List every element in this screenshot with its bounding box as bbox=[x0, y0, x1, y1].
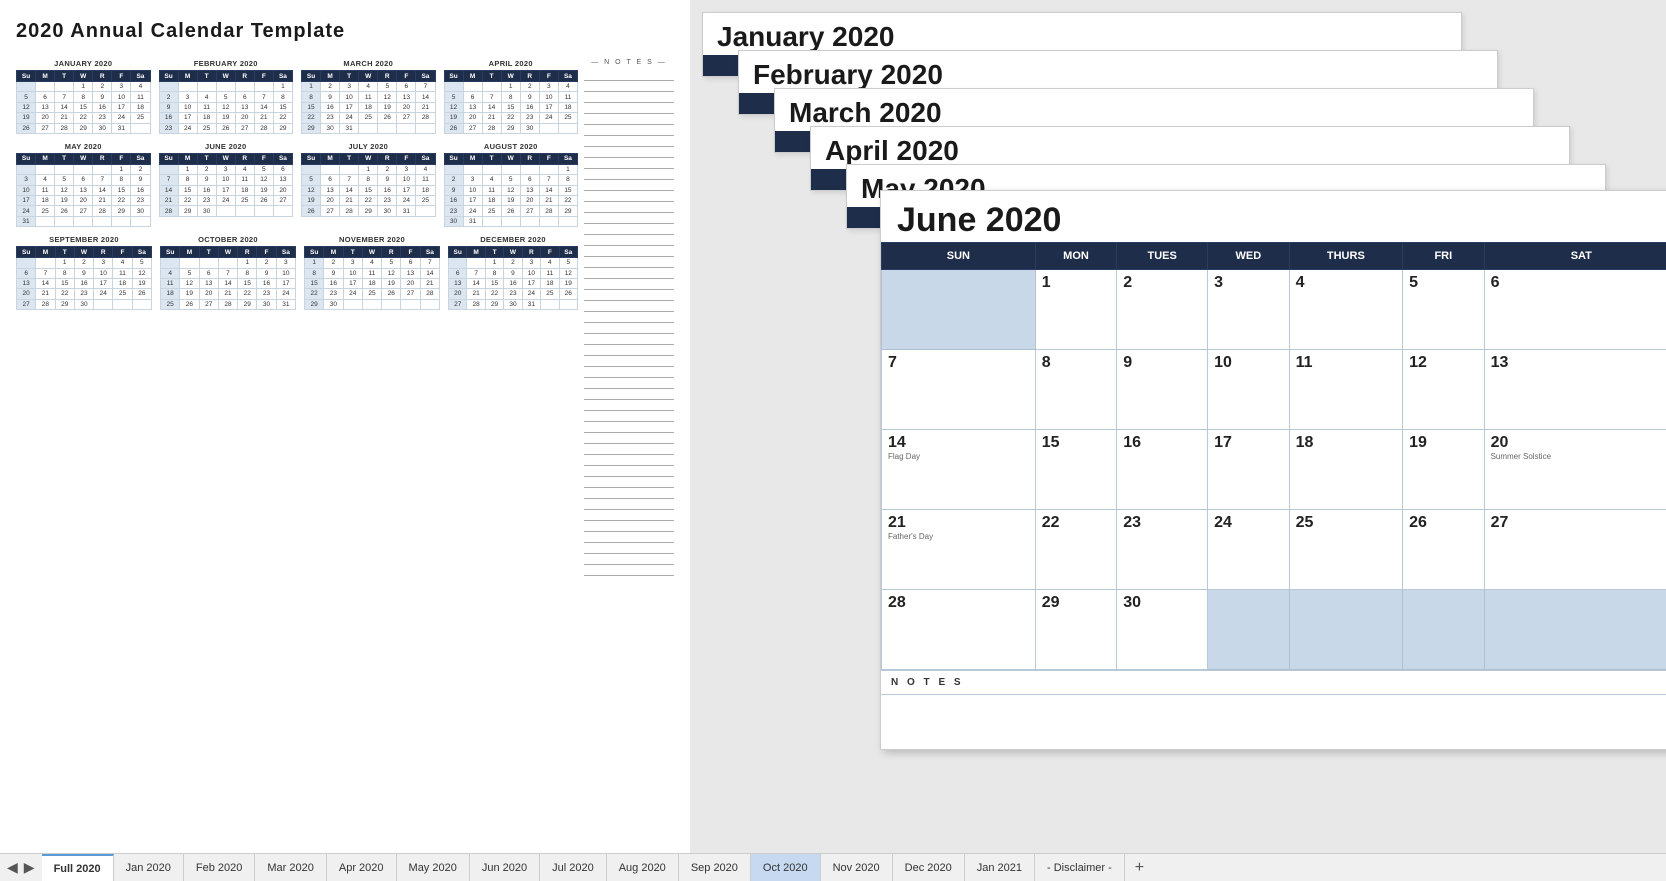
mini-cal-may: MAY 2020 SuMTWRFSa 12 3456789 1011121314… bbox=[16, 142, 151, 227]
tab-may-2020[interactable]: May 2020 bbox=[397, 854, 470, 881]
june-notes-label: N O T E S bbox=[881, 670, 1666, 694]
tab-disclaimer[interactable]: - Disclaimer - bbox=[1035, 854, 1125, 881]
month-title-march: March 2020 bbox=[775, 89, 1533, 131]
annual-title: 2020 Annual Calendar Template bbox=[16, 20, 674, 43]
tab-feb-2020[interactable]: Feb 2020 bbox=[184, 854, 255, 881]
monthly-stack: January 2020 SUN MON TUES WED THURS FRI … bbox=[690, 0, 1666, 853]
tab-oct-2020[interactable]: Oct 2020 bbox=[751, 854, 821, 881]
mini-cal-november: NOVEMBER 2020 SuMTWRFSa 1234567 89101112… bbox=[304, 235, 440, 310]
tab-add-button[interactable]: + bbox=[1125, 854, 1154, 881]
tab-nav-prev[interactable]: ◀ bbox=[4, 859, 21, 876]
mini-cal-september: SEPTEMBER 2020 SuMTWRFSa 12345 678910111… bbox=[16, 235, 152, 310]
tab-jan-2021[interactable]: Jan 2021 bbox=[965, 854, 1035, 881]
tab-jun-2020[interactable]: Jun 2020 bbox=[470, 854, 540, 881]
tab-full-2020[interactable]: Full 2020 bbox=[42, 854, 114, 881]
tab-nav-next[interactable]: ▶ bbox=[21, 859, 38, 876]
month-title-january: January 2020 bbox=[703, 13, 1461, 55]
june-notes-area bbox=[881, 694, 1666, 749]
tab-jul-2020[interactable]: Jul 2020 bbox=[540, 854, 607, 881]
mini-cal-february: FEBRUARY 2020 SuMTWRFSa 1 2345678 910111… bbox=[159, 59, 294, 134]
tab-aug-2020[interactable]: Aug 2020 bbox=[607, 854, 679, 881]
mini-cal-december: DECEMBER 2020 SuMTWRFSa 12345 6789101112… bbox=[448, 235, 578, 310]
month-title-april: April 2020 bbox=[811, 127, 1569, 169]
app-container: 2020 Annual Calendar Template JANUARY 20… bbox=[0, 0, 1666, 881]
tab-jan-2020[interactable]: Jan 2020 bbox=[114, 854, 184, 881]
tab-sep-2020[interactable]: Sep 2020 bbox=[679, 854, 751, 881]
month-card-june: June 2020 SUN MON TUES WED THURS FRI SAT bbox=[880, 190, 1666, 750]
tab-mar-2020[interactable]: Mar 2020 bbox=[255, 854, 326, 881]
month-title-february: February 2020 bbox=[739, 51, 1497, 93]
mini-cal-april: APRIL 2020 SuMTWRFSa 1234 567891011 1213… bbox=[444, 59, 579, 134]
june-title: June 2020 bbox=[881, 191, 1666, 242]
tab-dec-2020[interactable]: Dec 2020 bbox=[893, 854, 965, 881]
tab-nav-left[interactable]: ◀ ▶ bbox=[0, 854, 42, 881]
mini-cal-january: JANUARY 2020 SuMTWRFSa 1234 567891011 12… bbox=[16, 59, 151, 134]
annual-panel: 2020 Annual Calendar Template JANUARY 20… bbox=[0, 0, 690, 853]
mini-cal-october: OCTOBER 2020 SuMTWRFSa 123 45678910 1112… bbox=[160, 235, 296, 310]
mini-cal-july: JULY 2020 SuMTWRFSa 1234 567891011 12131… bbox=[301, 142, 436, 227]
tab-bar: ◀ ▶ Full 2020 Jan 2020 Feb 2020 Mar 2020… bbox=[0, 853, 1666, 881]
tab-apr-2020[interactable]: Apr 2020 bbox=[327, 854, 397, 881]
main-content: 2020 Annual Calendar Template JANUARY 20… bbox=[0, 0, 1666, 853]
mini-cal-march: MARCH 2020 SuMTWRFSa 1234567 89101112131… bbox=[301, 59, 436, 134]
notes-column: — N O T E S — bbox=[584, 59, 674, 576]
tab-nov-2020[interactable]: Nov 2020 bbox=[821, 854, 893, 881]
mini-cal-june: JUNE 2020 SuMTWRFSa 123456 78910111213 1… bbox=[159, 142, 294, 227]
mini-cal-august: AUGUST 2020 SuMTWRFSa 1 2345678 91011121… bbox=[444, 142, 579, 227]
